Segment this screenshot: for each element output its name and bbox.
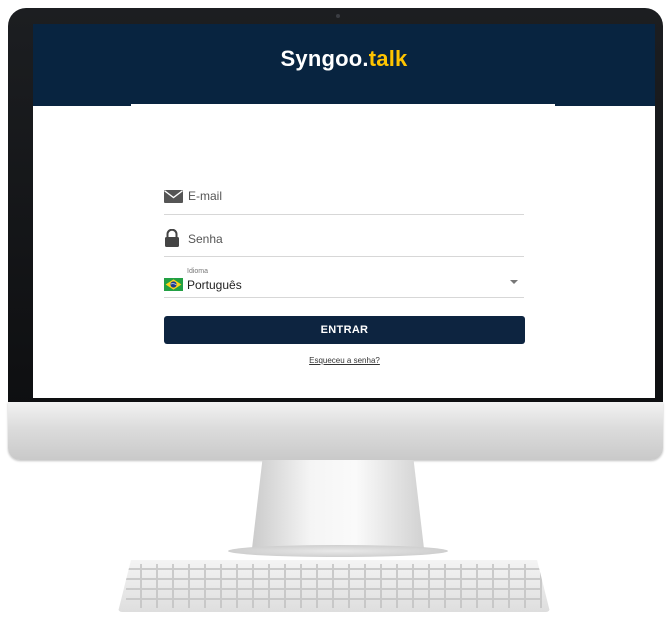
brazil-flag-icon <box>164 278 183 296</box>
chevron-down-icon <box>510 280 518 284</box>
language-caption: Idioma <box>187 268 209 275</box>
keyboard <box>118 560 550 612</box>
logo-name: Syngoo. <box>280 46 369 71</box>
app-header: Syngoo.talk <box>33 24 655 106</box>
logo-tld: talk <box>368 46 408 71</box>
webcam-icon <box>336 14 340 18</box>
password-field[interactable]: Senha <box>164 222 524 257</box>
monitor-base <box>228 545 448 557</box>
language-select[interactable]: Idioma Português <box>164 265 524 298</box>
login-button[interactable]: ENTRAR <box>164 316 525 344</box>
password-label: Senha <box>188 232 223 246</box>
envelope-icon <box>164 190 183 208</box>
email-label: E-mail <box>188 189 223 203</box>
header-divider <box>131 104 555 107</box>
email-field[interactable]: E-mail <box>164 180 524 215</box>
lock-icon <box>164 228 180 252</box>
monitor-stand <box>251 460 425 552</box>
app-logo: Syngoo.talk <box>33 46 655 72</box>
language-value: Português <box>187 278 242 292</box>
login-screen: Syngoo.talk E-mail Senha Idioma Portuguê… <box>33 24 655 398</box>
keyboard-keys <box>126 564 542 608</box>
monitor-chin <box>8 402 663 460</box>
forgot-password-link[interactable]: Esqueceu a senha? <box>164 356 525 365</box>
